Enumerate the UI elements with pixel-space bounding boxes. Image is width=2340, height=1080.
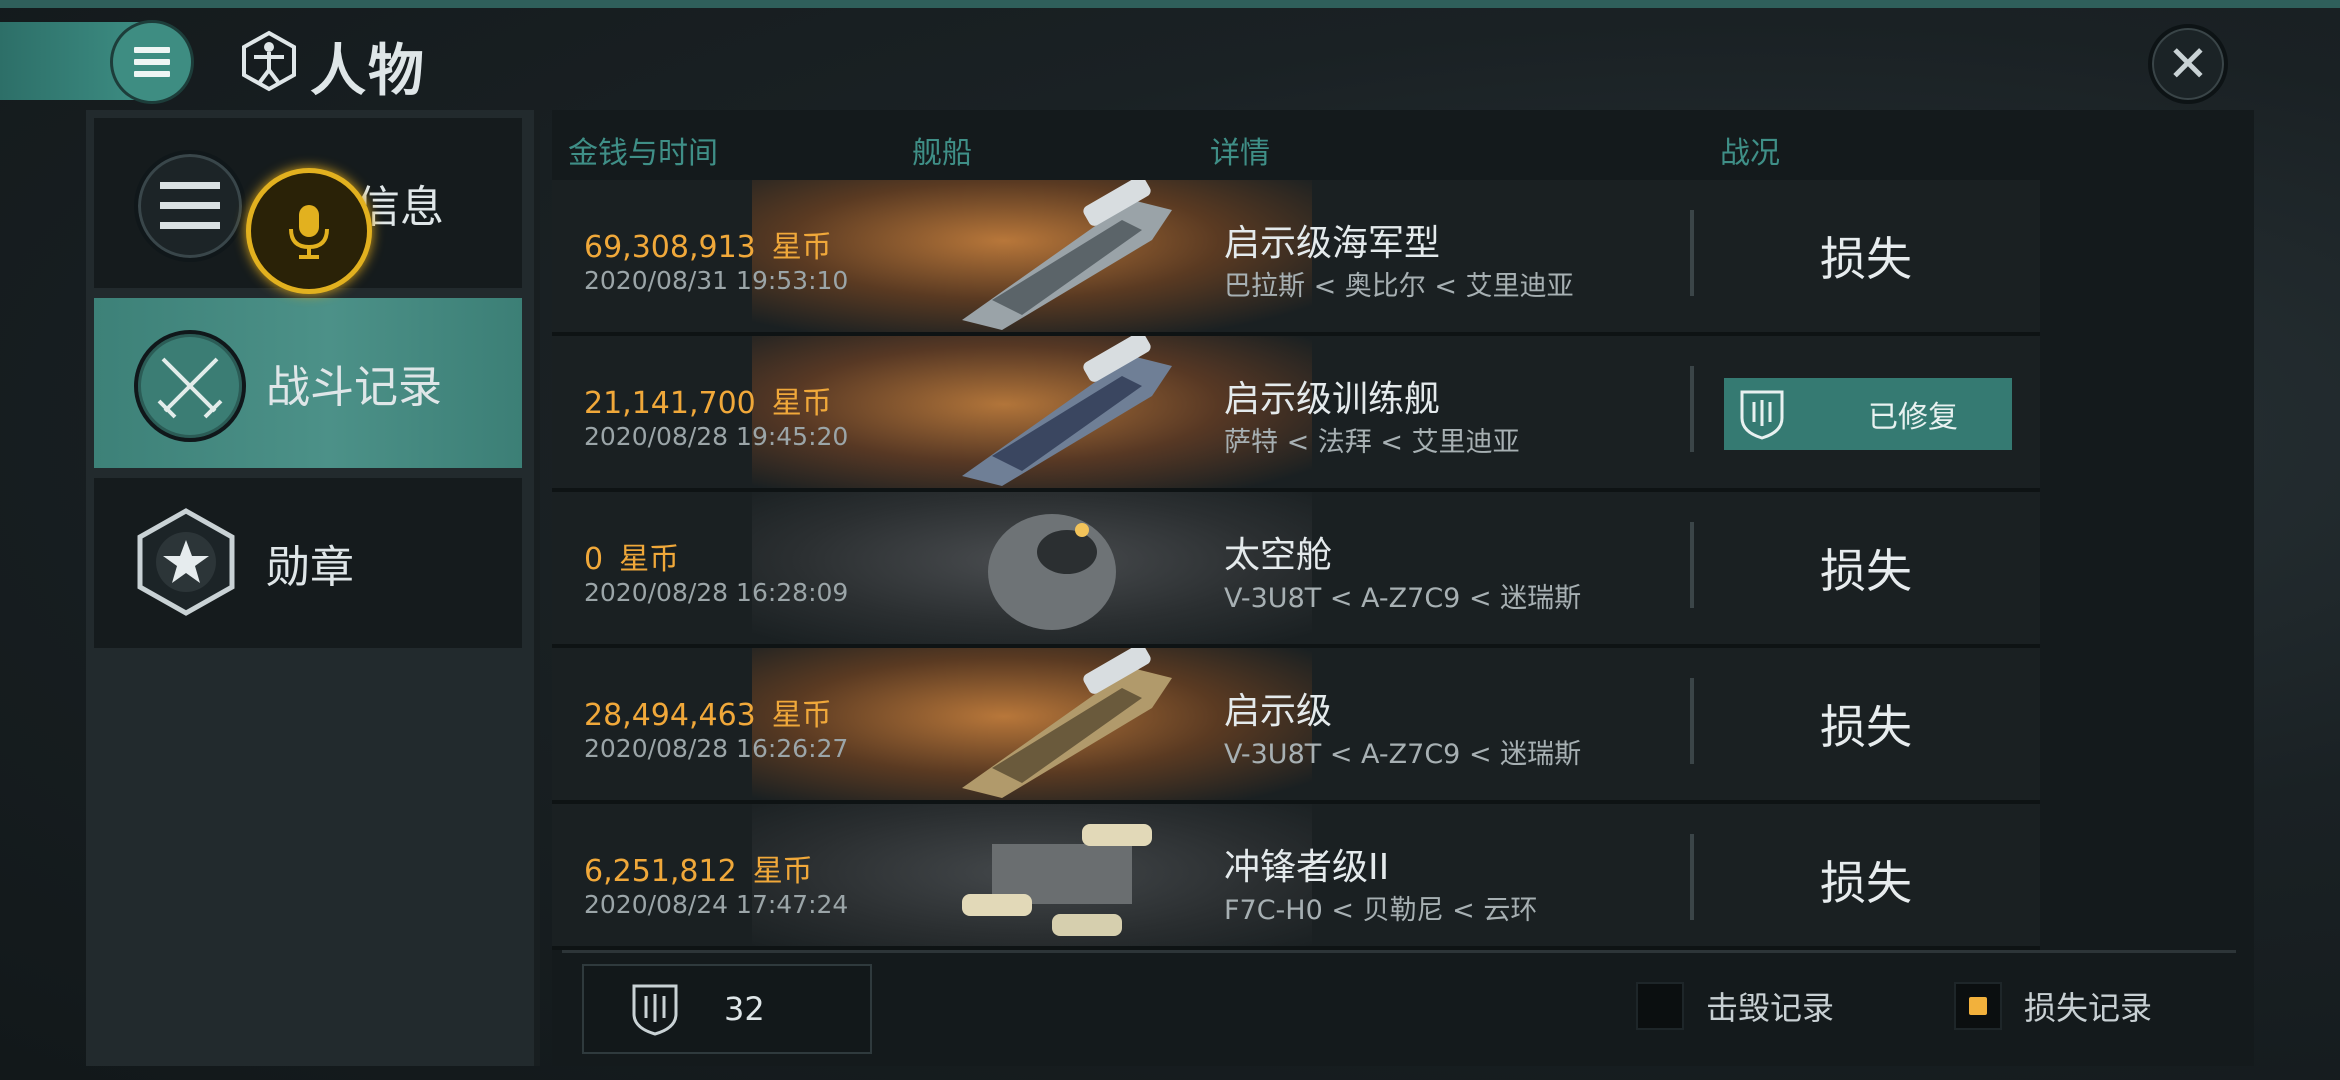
ship-name: 启示级训练舰 bbox=[1224, 379, 1441, 420]
menu-icon bbox=[134, 47, 170, 77]
table-row[interactable]: 6,251,812 星币 2020/08/24 17:47:24 冲锋者级II F… bbox=[552, 804, 2040, 950]
loss-record-label: 损失记录 bbox=[2024, 989, 2153, 1027]
sidebar-item-label: 战斗记录 bbox=[266, 362, 442, 413]
sidebar-item-battle-records[interactable]: 战斗记录 bbox=[94, 298, 522, 468]
top-strip bbox=[0, 0, 2340, 8]
amount: 28,494,463 星币 bbox=[584, 698, 832, 733]
count-value: 32 bbox=[724, 990, 765, 1028]
record-count: 32 bbox=[582, 964, 872, 1054]
menu-button[interactable] bbox=[110, 20, 194, 104]
voice-chat-button[interactable] bbox=[246, 168, 372, 294]
timestamp: 2020/08/28 19:45:20 bbox=[584, 422, 849, 451]
footer-divider bbox=[562, 950, 2236, 953]
capsule-icon bbox=[988, 514, 1116, 630]
sidebar-item-medals[interactable]: 勋章 bbox=[94, 478, 522, 648]
table-row[interactable]: 0 星币 2020/08/28 16:28:09 太空舱 V-3U8T < A-Z… bbox=[552, 492, 2040, 648]
status-label: 损失 bbox=[1820, 700, 1912, 754]
table-row[interactable]: 21,141,700 星币 2020/08/28 19:45:20 启示级训练舰 … bbox=[552, 336, 2040, 492]
amount: 6,251,812 星币 bbox=[584, 854, 813, 889]
shield-icon bbox=[1740, 390, 1784, 440]
timestamp: 2020/08/31 19:53:10 bbox=[584, 266, 849, 295]
table-row[interactable]: 28,494,463 星币 2020/08/28 16:26:27 启示级 V-3… bbox=[552, 648, 2040, 804]
location: 巴拉斯 < 奥比尔 < 艾里迪亚 bbox=[1224, 271, 1574, 302]
kill-record-label: 击毁记录 bbox=[1706, 989, 1835, 1027]
amount: 21,141,700 星币 bbox=[584, 386, 832, 421]
microphone-icon bbox=[289, 205, 329, 259]
location: V-3U8T < A-Z7C9 < 迷瑞斯 bbox=[1224, 739, 1582, 770]
location: 萨特 < 法拜 < 艾里迪亚 bbox=[1224, 427, 1520, 458]
ship-icon bbox=[962, 180, 1172, 330]
column-header-details: 详情 bbox=[1210, 136, 1270, 171]
star-badge-icon bbox=[134, 508, 238, 616]
ship-name: 太空舱 bbox=[1224, 535, 1333, 576]
amount: 69,308,913 星币 bbox=[584, 230, 832, 265]
shield-icon bbox=[632, 984, 678, 1036]
close-icon: ✕ bbox=[2167, 35, 2209, 93]
character-icon bbox=[242, 30, 296, 92]
column-header-status: 战况 bbox=[1720, 136, 1780, 171]
ship-icon bbox=[962, 824, 1152, 936]
status-label: 损失 bbox=[1820, 544, 1912, 598]
kill-record-toggle[interactable]: 击毁记录 bbox=[1636, 982, 1834, 1030]
table-row[interactable]: 69,308,913 星币 2020/08/31 19:53:10 启示级海军型 … bbox=[552, 180, 2040, 336]
ship-icon bbox=[962, 648, 1172, 798]
sidebar-item-label: 勋章 bbox=[266, 542, 354, 593]
column-header-money-time: 金钱与时间 bbox=[568, 136, 718, 171]
timestamp: 2020/08/28 16:28:09 bbox=[584, 578, 849, 607]
close-button[interactable]: ✕ bbox=[2148, 24, 2228, 104]
ship-name: 冲锋者级II bbox=[1224, 847, 1390, 888]
ship-name: 启示级海军型 bbox=[1224, 223, 1441, 264]
column-header-ship: 舰船 bbox=[912, 136, 972, 171]
loss-record-toggle[interactable]: 损失记录 bbox=[1954, 982, 2152, 1030]
timestamp: 2020/08/28 16:26:27 bbox=[584, 734, 849, 763]
status-label: 损失 bbox=[1820, 232, 1912, 286]
repaired-label: 已修复 bbox=[1868, 400, 1958, 435]
status-label: 损失 bbox=[1820, 856, 1912, 910]
menu-list-icon bbox=[134, 150, 246, 262]
ship-name: 启示级 bbox=[1224, 691, 1333, 732]
repaired-button[interactable]: 已修复 bbox=[1724, 378, 2012, 450]
location: V-3U8T < A-Z7C9 < 迷瑞斯 bbox=[1224, 583, 1582, 614]
amount: 0 星币 bbox=[584, 542, 680, 577]
divider bbox=[1690, 366, 1694, 452]
checkbox[interactable] bbox=[1636, 982, 1684, 1030]
checkbox[interactable] bbox=[1954, 982, 2002, 1030]
timestamp: 2020/08/24 17:47:24 bbox=[584, 890, 849, 919]
page-title: 人物 bbox=[310, 39, 426, 104]
crossed-swords-icon bbox=[134, 330, 246, 442]
ship-icon bbox=[962, 336, 1172, 486]
location: F7C-H0 < 贝勒尼 < 云环 bbox=[1224, 895, 1538, 926]
